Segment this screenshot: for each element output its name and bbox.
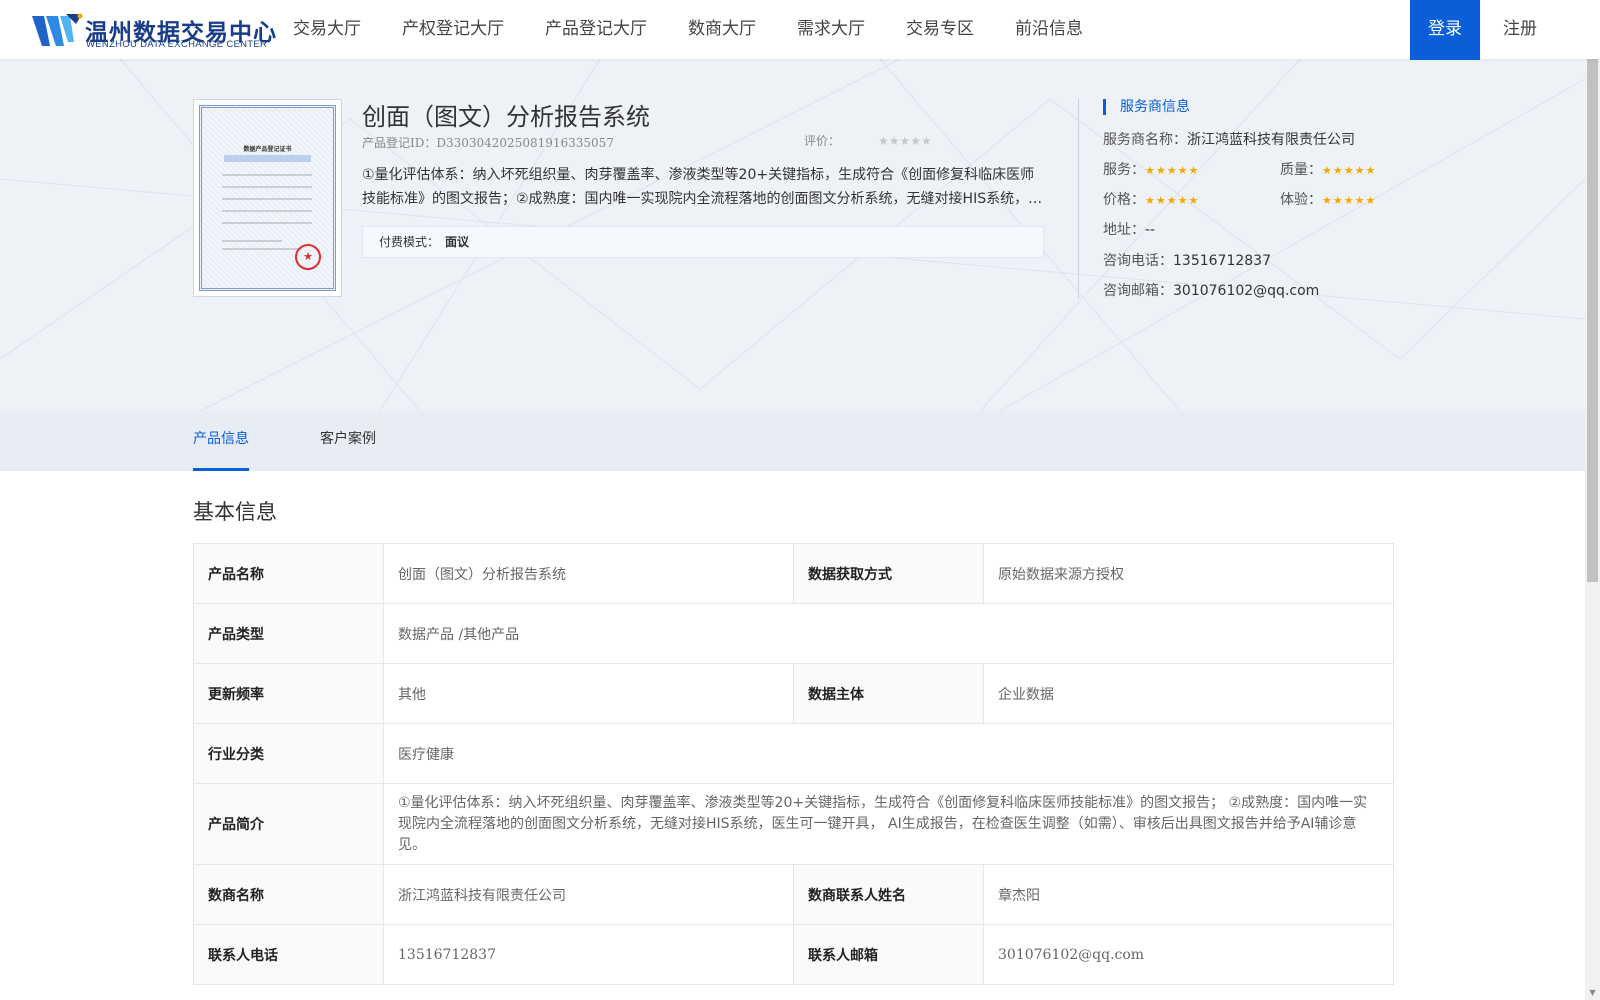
- data-subject-key: 数据主体: [793, 663, 984, 724]
- data-acquisition-value: 原始数据来源方授权: [983, 543, 1394, 604]
- detail-tabs: 产品信息 客户案例: [0, 411, 1585, 471]
- product-description: ①量化评估体系：纳入坏死组织量、肉芽覆盖率、渗液类型等20+关键指标，生成符合《…: [362, 167, 1043, 207]
- login-button[interactable]: 登录: [1410, 0, 1480, 60]
- logo-english-name: WENZHOU DATA EXCHANGE CENTER: [86, 39, 268, 50]
- price-rating-row: 价格：★★★★★: [1103, 189, 1199, 209]
- product-registration-id: 产品登记ID：D3303042025081916335057: [362, 136, 614, 150]
- page-scrollbar[interactable]: ▲ ▼: [1585, 0, 1600, 1000]
- experience-rating-row: 体验：★★★★★: [1280, 189, 1376, 209]
- rating-stars-icon: ★★★★★: [878, 134, 932, 148]
- basic-info-title: 基本信息: [193, 500, 277, 524]
- product-name-key: 产品名称: [193, 543, 384, 604]
- quality-rating-label: 质量：: [1280, 162, 1322, 178]
- certificate-title: 数据产品登记证书: [243, 146, 292, 153]
- table-row: 联系人电话 13516712837 联系人邮箱 301076102@qq.com: [193, 924, 1394, 985]
- tab-customer-cases[interactable]: 客户案例: [320, 411, 376, 471]
- site-logo[interactable]: 温州数据交易中心 WENZHOU DATA EXCHANGE CENTER: [30, 12, 276, 50]
- provider-address-row: 地址：--: [1103, 219, 1155, 239]
- service-rating-label: 服务：: [1103, 162, 1145, 178]
- merchant-contact-key: 数商联系人姓名: [793, 864, 984, 925]
- payment-mode-box: 付费模式： 面议: [362, 226, 1044, 258]
- table-row: 产品类型 数据产品 /其他产品: [193, 603, 1394, 664]
- data-acquisition-key: 数据获取方式: [793, 543, 984, 604]
- contact-email-key: 联系人邮箱: [793, 924, 984, 985]
- industry-value: 医疗健康: [383, 723, 1394, 784]
- tab-product-info[interactable]: 产品信息: [193, 411, 249, 471]
- table-row: 产品名称 创面（图文）分析报告系统 数据获取方式 原始数据来源方授权: [193, 543, 1394, 604]
- price-rating-label: 价格：: [1103, 192, 1145, 208]
- nav-trading-hall[interactable]: 交易大厅: [293, 0, 361, 59]
- scrollbar-thumb[interactable]: [1587, 16, 1598, 582]
- contact-phone-value: 13516712837: [383, 924, 794, 985]
- product-type-key: 产品类型: [193, 603, 384, 664]
- merchant-contact-value: 章杰阳: [983, 864, 1394, 925]
- nav-frontier-info[interactable]: 前沿信息: [1015, 0, 1083, 59]
- email-value: 301076102@qq.com: [1173, 283, 1320, 299]
- experience-star-icon: ★★★★★: [1322, 194, 1377, 207]
- price-star-icon: ★★★★★: [1145, 194, 1200, 207]
- quality-rating-row: 质量：★★★★★: [1280, 159, 1376, 179]
- experience-rating-label: 体验：: [1280, 192, 1322, 208]
- data-subject-value: 企业数据: [983, 663, 1394, 724]
- product-name-value: 创面（图文）分析报告系统: [383, 543, 794, 604]
- service-rating-row: 服务：★★★★★: [1103, 159, 1199, 179]
- product-type-value: 数据产品 /其他产品: [383, 603, 1394, 664]
- address-value: --: [1145, 222, 1156, 238]
- payment-mode-value: 面议: [445, 235, 470, 249]
- logo-mark-icon: [32, 13, 83, 46]
- scroll-down-icon[interactable]: ▼: [1585, 985, 1600, 1000]
- seal-icon: ★: [295, 244, 321, 270]
- industry-key: 行业分类: [193, 723, 384, 784]
- email-label: 咨询邮箱：: [1103, 283, 1173, 299]
- nav-product-registration-hall[interactable]: 产品登记大厅: [545, 0, 647, 59]
- product-title: 创面（图文）分析报告系统: [362, 103, 650, 131]
- rating-label: 评价：: [804, 134, 841, 148]
- phone-label: 咨询电话：: [1103, 253, 1173, 269]
- table-row: 更新频率 其他 数据主体 企业数据: [193, 663, 1394, 724]
- quality-star-icon: ★★★★★: [1322, 164, 1377, 177]
- main-nav: 交易大厅 产权登记大厅 产品登记大厅 数商大厅 需求大厅 交易专区 前沿信息: [293, 0, 1124, 59]
- contact-phone-key: 联系人电话: [193, 924, 384, 985]
- provider-phone-row: 咨询电话：13516712837: [1103, 250, 1271, 270]
- provider-info-heading: 服务商信息: [1103, 99, 1190, 115]
- contact-email-value: 301076102@qq.com: [983, 924, 1394, 985]
- nav-property-registration-hall[interactable]: 产权登记大厅: [402, 0, 504, 59]
- provider-name-row: 服务商名称：浙江鸿蓝科技有限责任公司: [1103, 129, 1355, 149]
- product-intro-key: 产品简介: [193, 783, 384, 865]
- product-intro-value: ①量化评估体系：纳入坏死组织量、肉芽覆盖率、渗液类型等20+关键指标，生成符合《…: [383, 783, 1394, 865]
- nav-demand-hall[interactable]: 需求大厅: [797, 0, 865, 59]
- nav-trading-zone[interactable]: 交易专区: [906, 0, 974, 59]
- service-star-icon: ★★★★★: [1145, 164, 1200, 177]
- provider-email-row: 咨询邮箱：301076102@qq.com: [1103, 280, 1319, 300]
- provider-name-label: 服务商名称：: [1103, 132, 1187, 148]
- merchant-name-key: 数商名称: [193, 864, 384, 925]
- table-row: 行业分类 医疗健康: [193, 723, 1394, 784]
- phone-value: 13516712837: [1173, 253, 1271, 269]
- register-button[interactable]: 注册: [1480, 0, 1560, 59]
- nav-data-merchant-hall[interactable]: 数商大厅: [688, 0, 756, 59]
- merchant-name-value: 浙江鸿蓝科技有限责任公司: [383, 864, 794, 925]
- basic-info-table: 产品名称 创面（图文）分析报告系统 数据获取方式 原始数据来源方授权 产品类型 …: [193, 543, 1394, 985]
- payment-mode-label: 付费模式：: [379, 235, 440, 249]
- hero-divider: [1078, 99, 1079, 299]
- provider-name-value: 浙江鸿蓝科技有限责任公司: [1187, 132, 1355, 148]
- product-hero: 数据产品登记证书 ★ 创面（图文）分析报告系统 产品登记ID：D33030420…: [0, 59, 1585, 411]
- product-certificate-image: 数据产品登记证书 ★: [193, 99, 342, 297]
- table-row: 产品简介 ①量化评估体系：纳入坏死组织量、肉芽覆盖率、渗液类型等20+关键指标，…: [193, 783, 1394, 865]
- table-row: 数商名称 浙江鸿蓝科技有限责任公司 数商联系人姓名 章杰阳: [193, 864, 1394, 925]
- address-label: 地址：: [1103, 222, 1145, 238]
- update-frequency-value: 其他: [383, 663, 794, 724]
- update-frequency-key: 更新频率: [193, 663, 384, 724]
- top-header: 温州数据交易中心 WENZHOU DATA EXCHANGE CENTER 交易…: [0, 0, 1600, 60]
